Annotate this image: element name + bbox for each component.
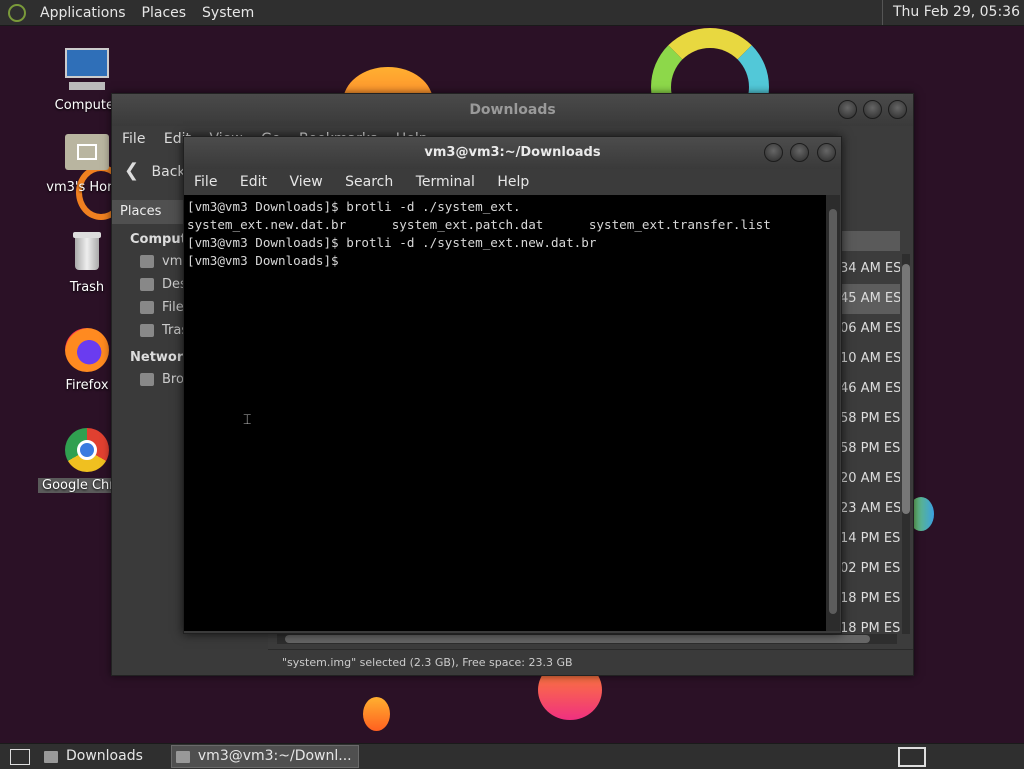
- taskbar-item-downloads[interactable]: Downloads: [40, 746, 149, 767]
- file-manager-statusbar: "system.img" selected (2.3 GB), Free spa…: [268, 649, 913, 675]
- bottom-panel: Downloads vm3@vm3:~/Downl...: [0, 743, 1024, 769]
- terminal-icon: [175, 750, 190, 763]
- file-row-time[interactable]: 23 AM EST: [840, 494, 900, 524]
- taskbar-item-label: vm3@vm3:~/Downl...: [197, 748, 352, 764]
- home-icon: [140, 255, 154, 268]
- menu-search[interactable]: Search: [345, 174, 393, 190]
- menu-file[interactable]: File: [122, 131, 145, 147]
- menu-terminal[interactable]: Terminal: [416, 174, 475, 190]
- file-list-horizontal-scrollbar[interactable]: [277, 634, 897, 644]
- back-arrow-icon: ❮: [124, 160, 140, 181]
- trash-icon: [63, 228, 111, 276]
- terminal-line: [vm3@vm3 Downloads]$ brotli -d ./system_…: [187, 235, 597, 250]
- file-row-time[interactable]: 20 AM EST: [840, 464, 900, 494]
- terminal-scrollbar[interactable]: [826, 195, 840, 631]
- terminal-line: [vm3@vm3 Downloads]$ brotli -d ./system_…: [187, 199, 521, 214]
- menu-edit[interactable]: Edit: [240, 174, 267, 190]
- taskbar-item-label: Downloads: [66, 748, 143, 764]
- distro-logo-icon[interactable]: [8, 3, 26, 22]
- scrollbar-thumb[interactable]: [829, 209, 837, 614]
- file-row-time-selected[interactable]: 45 AM EST: [840, 284, 900, 314]
- file-row-time[interactable]: 06 AM EST: [840, 314, 900, 344]
- window-title: Downloads: [469, 102, 556, 118]
- applications-menu[interactable]: Applications: [32, 5, 134, 21]
- minimize-button[interactable]: [838, 100, 857, 119]
- back-button[interactable]: Back: [152, 164, 186, 180]
- top-panel: Applications Places System Thu Feb 29, 0…: [0, 0, 1024, 26]
- modified-time-column: 34 AM EST 45 AM EST 06 AM EST 10 AM EST …: [840, 254, 900, 636]
- file-row-time[interactable]: 34 AM EST: [840, 254, 900, 284]
- home-folder-icon: [63, 128, 111, 176]
- trash-icon: [140, 324, 154, 337]
- chrome-icon: [63, 426, 111, 474]
- file-row-time[interactable]: 46 AM EST: [840, 374, 900, 404]
- wallpaper-small-orange-blob: [363, 697, 390, 731]
- drive-icon: [140, 301, 154, 314]
- show-desktop-icon[interactable]: [10, 748, 30, 765]
- menu-view[interactable]: View: [289, 174, 322, 190]
- file-row-time[interactable]: 58 PM EST: [840, 434, 900, 464]
- panel-clock[interactable]: Thu Feb 29, 05:36: [881, 0, 1024, 25]
- file-row-time[interactable]: 18 PM EST: [840, 584, 900, 614]
- close-button[interactable]: [888, 100, 907, 119]
- window-title: vm3@vm3:~/Downloads: [424, 145, 601, 160]
- terminal-window[interactable]: vm3@vm3:~/Downloads File Edit View Searc…: [183, 136, 842, 634]
- network-icon: [140, 373, 154, 386]
- file-row-time[interactable]: 14 PM EST: [840, 524, 900, 554]
- maximize-button[interactable]: [790, 143, 809, 162]
- file-list-vertical-scrollbar[interactable]: [902, 254, 910, 634]
- places-menu[interactable]: Places: [134, 5, 195, 21]
- terminal-screen[interactable]: [vm3@vm3 Downloads]$ brotli -d ./system_…: [184, 195, 826, 631]
- terminal-menubar: File Edit View Search Terminal Help: [184, 169, 841, 195]
- maximize-button[interactable]: [863, 100, 882, 119]
- file-manager-titlebar[interactable]: Downloads: [112, 94, 913, 126]
- desktop-icon: [140, 278, 154, 291]
- text-cursor-icon: ⌶: [243, 412, 252, 428]
- system-menu[interactable]: System: [194, 5, 262, 21]
- workspace-switcher[interactable]: [898, 746, 926, 767]
- terminal-prompt-line: [vm3@vm3 Downloads]$: [187, 253, 347, 268]
- file-row-time[interactable]: 58 PM EST: [840, 404, 900, 434]
- file-row-time[interactable]: 02 PM EST: [840, 554, 900, 584]
- firefox-icon: [63, 326, 111, 374]
- terminal-titlebar[interactable]: vm3@vm3:~/Downloads: [184, 137, 841, 169]
- scrollbar-thumb[interactable]: [902, 264, 910, 514]
- terminal-line: system_ext.new.dat.br system_ext.patch.d…: [187, 217, 771, 232]
- computer-icon: [63, 46, 111, 94]
- scrollbar-thumb[interactable]: [285, 635, 870, 643]
- taskbar-item-terminal[interactable]: vm3@vm3:~/Downl...: [170, 745, 359, 768]
- folder-icon: [44, 750, 58, 763]
- minimize-button[interactable]: [764, 143, 783, 162]
- menu-file[interactable]: File: [194, 174, 217, 190]
- column-header-modified[interactable]: [840, 231, 900, 251]
- close-button[interactable]: [817, 143, 836, 162]
- file-row-time[interactable]: 10 AM EST: [840, 344, 900, 374]
- menu-help[interactable]: Help: [497, 174, 529, 190]
